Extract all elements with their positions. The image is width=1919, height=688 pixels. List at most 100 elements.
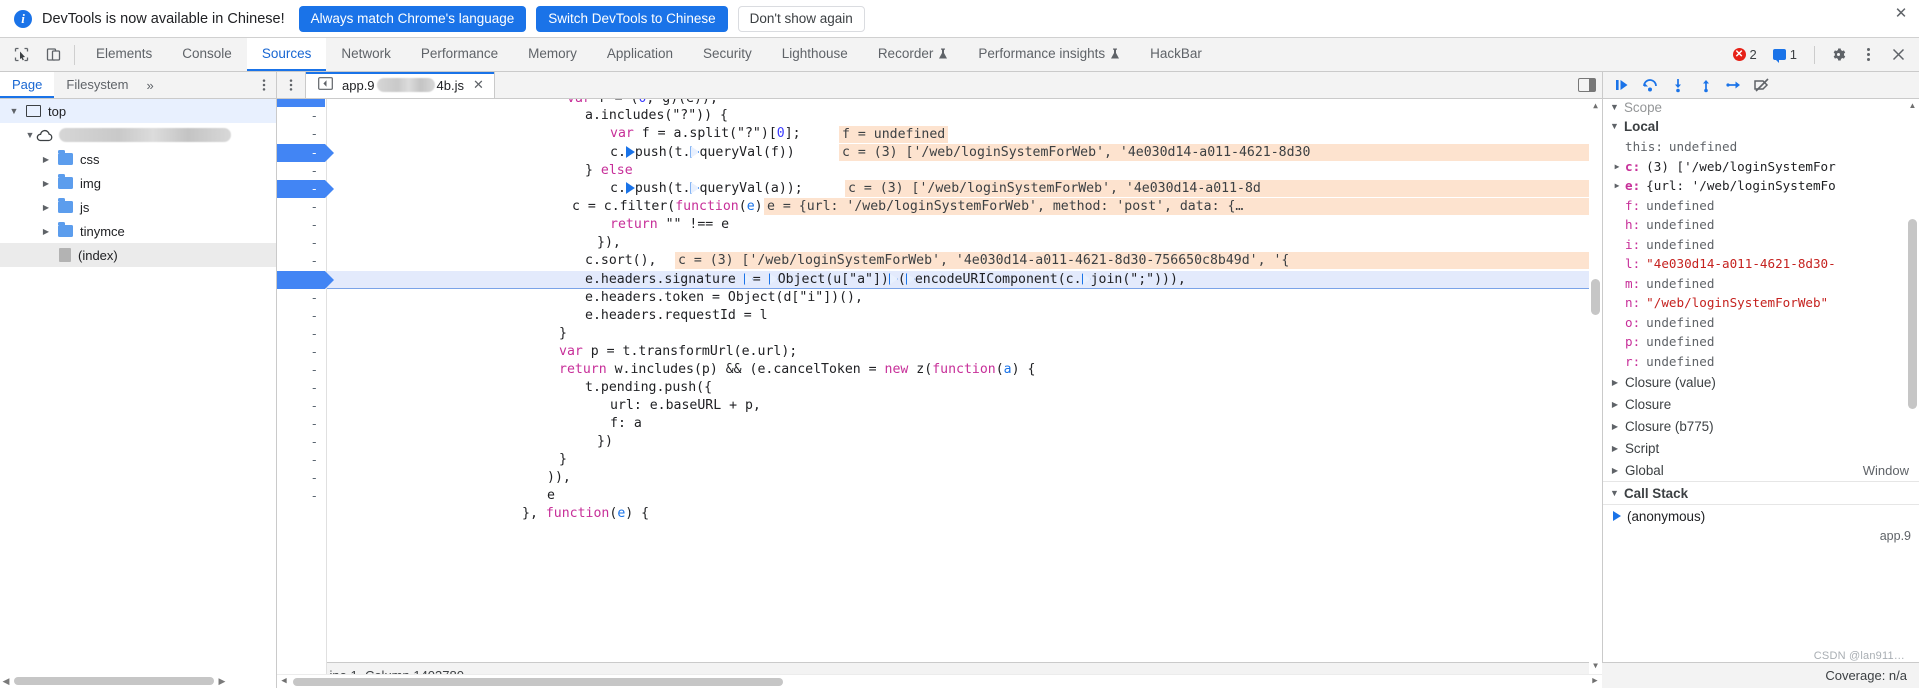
- toolbar-left-icons: [0, 38, 70, 71]
- scope-global[interactable]: Global Window: [1603, 459, 1919, 481]
- scope-script[interactable]: Script: [1603, 437, 1919, 459]
- tree-item-index[interactable]: (index): [0, 243, 276, 267]
- tree-item-top[interactable]: top: [0, 99, 276, 123]
- tree-item-host[interactable]: [0, 123, 276, 147]
- tab-memory[interactable]: Memory: [513, 38, 592, 71]
- scope-variable-c[interactable]: c: (3) ['/web/loginSystemFor: [1603, 157, 1919, 177]
- scroll-down-icon[interactable]: ▼: [1591, 661, 1600, 670]
- editor-gutter[interactable]: - - - - - - - - - - - - - - - - - - - -: [277, 99, 334, 688]
- nav-tab-filesystem[interactable]: Filesystem: [54, 72, 140, 98]
- tab-sources[interactable]: Sources: [246, 38, 327, 71]
- chevron-down-icon[interactable]: [1609, 120, 1620, 132]
- chevron-right-icon[interactable]: [1611, 160, 1623, 172]
- source-tab-appjs[interactable]: app.9 4b.js ✕: [305, 72, 495, 98]
- scroll-right-icon[interactable]: ▶: [1588, 672, 1602, 688]
- scroll-right-icon[interactable]: ▶: [216, 676, 228, 687]
- show-navigator-icon[interactable]: [318, 77, 333, 93]
- step-button[interactable]: [1721, 74, 1747, 96]
- kebab-menu-icon[interactable]: [252, 72, 276, 98]
- scroll-thumb[interactable]: [1591, 279, 1600, 315]
- scroll-thumb[interactable]: [14, 677, 214, 685]
- tab-security[interactable]: Security: [688, 38, 767, 71]
- inspect-cursor-icon[interactable]: [8, 42, 34, 68]
- chevron-right-icon[interactable]: [1609, 398, 1621, 410]
- chevron-right-icon[interactable]: [1609, 376, 1621, 388]
- scroll-left-icon[interactable]: ◀: [0, 676, 12, 687]
- editor-vertical-scrollbar[interactable]: ▲ ▼: [1589, 99, 1602, 688]
- navigator-horizontal-scrollbar[interactable]: ◀ ▶: [0, 674, 276, 688]
- kebab-menu-icon[interactable]: [1855, 42, 1881, 68]
- message-count: 1: [1789, 47, 1797, 62]
- chevron-right-icon[interactable]: [1611, 180, 1623, 192]
- tab-performance[interactable]: Performance: [406, 38, 513, 71]
- chevron-right-icon[interactable]: [1609, 420, 1621, 432]
- scope-section-header[interactable]: Scope: [1603, 99, 1919, 115]
- gear-icon[interactable]: [1825, 42, 1851, 68]
- switch-devtools-to-chinese-button[interactable]: Switch DevTools to Chinese: [536, 5, 728, 32]
- scroll-up-icon[interactable]: ▲: [1908, 101, 1917, 111]
- tab-lighthouse[interactable]: Lighthouse: [767, 38, 863, 71]
- scroll-thumb[interactable]: [293, 677, 783, 686]
- chevron-down-icon[interactable]: [8, 105, 20, 117]
- scope-closure-value[interactable]: Closure (value): [1603, 371, 1919, 393]
- message-count-badge[interactable]: 1: [1768, 45, 1804, 64]
- chevron-right-icon[interactable]: [40, 201, 52, 213]
- scope-variable-h: h: undefined: [1603, 215, 1919, 235]
- resume-script-execution-button[interactable]: [1609, 74, 1635, 96]
- scope-variable-l: l: "4e030d14-a011-4621-8d30-: [1603, 254, 1919, 274]
- tree-item-img[interactable]: img: [0, 171, 276, 195]
- tab-performance-insights[interactable]: Performance insights: [963, 38, 1135, 71]
- scope-variable-e[interactable]: e: {url: '/web/loginSystemFo: [1603, 176, 1919, 196]
- chevron-right-icon[interactable]: [1609, 442, 1621, 454]
- close-icon[interactable]: ✕: [473, 77, 484, 93]
- tab-network[interactable]: Network: [326, 38, 406, 71]
- scope-closure[interactable]: Closure: [1603, 393, 1919, 415]
- scope-closure-b775[interactable]: Closure (b775): [1603, 415, 1919, 437]
- tab-elements[interactable]: Elements: [81, 38, 167, 71]
- breakpoint-marker[interactable]: [277, 99, 325, 107]
- step-over-next-function-call-button[interactable]: [1637, 74, 1663, 96]
- step-out-of-current-function-button[interactable]: [1693, 74, 1719, 96]
- call-stack-frame[interactable]: (anonymous): [1603, 505, 1919, 527]
- error-count-badge[interactable]: ✕ 2: [1728, 45, 1764, 64]
- close-icon[interactable]: ✕: [1893, 6, 1909, 22]
- scroll-thumb[interactable]: [1908, 219, 1917, 409]
- editor-horizontal-scrollbar[interactable]: ◀ ▶: [277, 674, 1602, 688]
- nav-tab-page[interactable]: Page: [0, 72, 55, 98]
- code-text-area[interactable]: var r = (0, g)(e)); a.includes("?")) { v…: [327, 99, 1602, 688]
- chevron-right-icon[interactable]: [1609, 464, 1621, 476]
- show-debugger-sidebar-icon[interactable]: [1578, 78, 1596, 92]
- more-navigator-tabs-icon[interactable]: »: [141, 72, 160, 98]
- tree-item-tinymce[interactable]: tinymce: [0, 219, 276, 243]
- close-icon[interactable]: [1885, 42, 1911, 68]
- debugger-vertical-scrollbar[interactable]: ▲ ▼: [1906, 99, 1919, 688]
- tab-recorder[interactable]: Recorder: [863, 38, 964, 71]
- chevron-right-icon[interactable]: [40, 153, 52, 165]
- tab-application[interactable]: Application: [592, 38, 688, 71]
- code-editor[interactable]: - - - - - - - - - - - - - - - - - - - -: [277, 99, 1602, 688]
- scroll-up-icon[interactable]: ▲: [1591, 101, 1600, 110]
- always-match-chrome-language-button[interactable]: Always match Chrome's language: [298, 5, 527, 32]
- dont-show-again-button[interactable]: Don't show again: [737, 5, 865, 32]
- chevron-right-icon[interactable]: [40, 225, 52, 237]
- scope-local-group[interactable]: Local: [1603, 115, 1919, 137]
- tab-hackbar[interactable]: HackBar: [1135, 38, 1217, 71]
- tree-item-js[interactable]: js: [0, 195, 276, 219]
- chevron-down-icon[interactable]: [1609, 487, 1620, 499]
- chevron-right-icon[interactable]: [40, 177, 52, 189]
- device-toolbar-icon[interactable]: [40, 42, 66, 68]
- line-number: -: [310, 163, 318, 178]
- tab-console[interactable]: Console: [167, 38, 247, 71]
- breakpoint-marker-current[interactable]: [277, 271, 334, 289]
- step-into-next-function-call-button[interactable]: [1665, 74, 1691, 96]
- scroll-left-icon[interactable]: ◀: [277, 672, 291, 688]
- call-stack-section-header[interactable]: Call Stack: [1603, 481, 1919, 505]
- tree-item-css[interactable]: css: [0, 147, 276, 171]
- chevron-down-icon[interactable]: [1609, 101, 1620, 113]
- tab-label: Console: [182, 46, 232, 61]
- deactivate-breakpoints-button[interactable]: [1749, 74, 1775, 96]
- chevron-down-icon[interactable]: [24, 129, 36, 141]
- filename-prefix: app.9: [342, 77, 375, 93]
- kebab-menu-icon[interactable]: [277, 72, 305, 98]
